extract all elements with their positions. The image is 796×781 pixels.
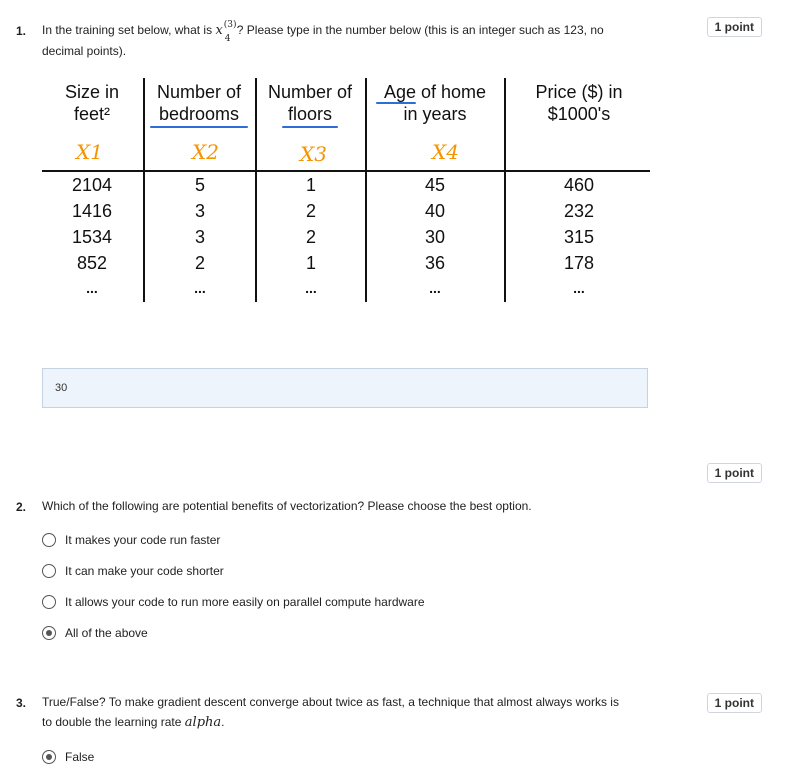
question-1-number: 1.: [16, 24, 27, 38]
floors-underline: [282, 126, 338, 128]
question-2-points-badge: 1 point: [706, 463, 762, 483]
table-cell: 2: [305, 227, 316, 247]
table-cell: 460: [563, 175, 595, 195]
table-cell: 2104: [71, 175, 113, 195]
table-cell: 315: [563, 227, 595, 247]
radio-button-selected[interactable]: [42, 750, 56, 764]
question-1-text-line2: decimal points).: [42, 44, 127, 58]
radio-button[interactable]: [42, 595, 56, 609]
question-1-answer-input[interactable]: [53, 381, 617, 395]
question-1-text: In the training set below, what is x (3) 4…: [42, 20, 662, 61]
question-2-option-3[interactable]: It allows your code to run more easily o…: [42, 592, 425, 612]
table-cell-ellipsis: ...: [86, 280, 98, 296]
question-1-answer-box: [42, 368, 648, 408]
table-header-bedrooms: Number of bedrooms: [156, 82, 242, 124]
radio-button[interactable]: [42, 533, 56, 547]
question-1-points-badge: 1 point: [706, 17, 762, 37]
table-cell: 2: [194, 253, 205, 273]
question-2-text: Which of the following are potential ben…: [42, 499, 532, 513]
var-x3-label: X3: [300, 142, 327, 166]
table-cell: 232: [563, 201, 595, 221]
question-2-option-2[interactable]: It can make your code shorter: [42, 561, 224, 581]
table-cell: 3: [194, 227, 205, 247]
table-cell: 1: [305, 253, 316, 273]
table-cell-ellipsis: ...: [305, 280, 317, 296]
table-cell: 1: [305, 175, 316, 195]
table-cell: 1416: [71, 201, 113, 221]
table-cell: 5: [194, 175, 205, 195]
radio-button-selected[interactable]: [42, 626, 56, 640]
table-header-price: Price ($) in $1000's: [535, 82, 623, 124]
radio-button[interactable]: [42, 564, 56, 578]
table-cell: 1534: [71, 227, 113, 247]
table-cell: 852: [76, 253, 108, 273]
table-cell: 2: [305, 201, 316, 221]
table-header-rule: [42, 170, 650, 172]
var-x2-label: X2: [192, 140, 219, 164]
question-3-text-line1: True/False? To make gradient descent con…: [42, 695, 619, 709]
bedrooms-underline: [150, 126, 248, 128]
table-cell: 3: [194, 201, 205, 221]
question-3-math-alpha: alpha: [184, 715, 222, 730]
question-3-points-badge: 1 point: [706, 693, 762, 713]
question-3-number: 3.: [16, 696, 27, 710]
option-label: False: [65, 750, 95, 764]
table-header-size: Size in feet²: [64, 82, 120, 124]
table-cell-ellipsis: ...: [573, 280, 585, 296]
option-label: All of the above: [65, 626, 148, 640]
option-label: It allows your code to run more easily o…: [65, 595, 425, 609]
table-cell: 45: [424, 175, 446, 195]
question-2-number: 2.: [16, 500, 27, 514]
age-underline: [376, 102, 416, 104]
table-cell: 178: [563, 253, 595, 273]
question-2-option-1[interactable]: It makes your code run faster: [42, 530, 220, 550]
question-3-option-1[interactable]: False: [42, 747, 94, 767]
question-1-text-before: In the training set below, what is: [42, 23, 216, 37]
var-x4-label: X4: [432, 140, 459, 164]
table-cell: 36: [424, 253, 446, 273]
table-cell: 30: [424, 227, 446, 247]
training-set-table: Size in feet² Number of bedrooms Number of…: [42, 78, 652, 308]
table-cell-ellipsis: ...: [194, 280, 206, 296]
question-1-math: x (3) 4: [215, 19, 237, 44]
option-label: It makes your code run faster: [65, 533, 221, 547]
option-label: It can make your code shorter: [65, 564, 224, 578]
var-x1-label: X1: [76, 140, 103, 164]
question-1-text-after: ? Please type in the number below (this …: [236, 23, 604, 37]
table-cell: 40: [424, 201, 446, 221]
table-cell-ellipsis: ...: [429, 280, 441, 296]
table-header-floors: Number of floors: [267, 82, 353, 124]
question-2-option-4[interactable]: All of the above: [42, 623, 148, 643]
question-3-text-line2: to double the learning rate: [42, 715, 185, 729]
question-3-text: True/False? To make gradient descent con…: [42, 695, 619, 730]
